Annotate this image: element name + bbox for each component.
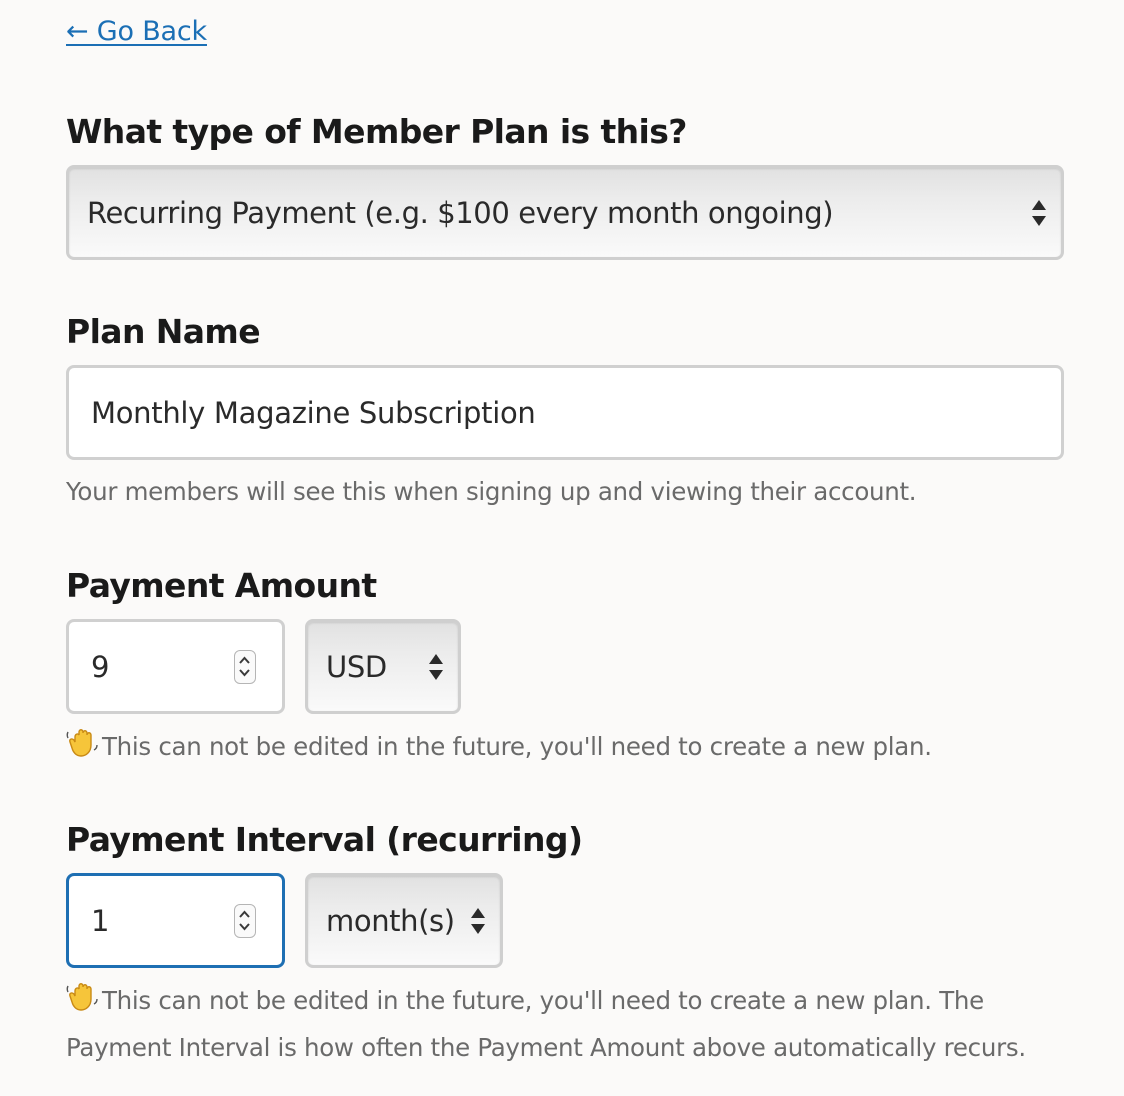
payment-amount-input[interactable]: 9 [66,619,285,714]
number-spinner-icon[interactable] [234,903,256,938]
payment-amount-note-text: This can not be edited in the future, yo… [102,732,932,761]
member-plan-form: ← Go Back What type of Member Plan is th… [0,0,1124,1096]
payment-interval-note-line2: Payment Interval is how often the Paymen… [66,1033,1026,1062]
payment-interval-label: Payment Interval (recurring) [66,820,583,859]
number-spinner-icon[interactable] [234,649,256,684]
interval-unit-select[interactable]: month(s) [305,873,503,968]
interval-unit-selected-value: month(s) [326,903,455,938]
go-back-link[interactable]: ← Go Back [66,16,207,47]
payment-interval-input[interactable]: 1 [66,873,285,968]
plan-type-selected-value: Recurring Payment (e.g. $100 every month… [87,195,834,230]
plan-type-select[interactable]: Recurring Payment (e.g. $100 every month… [66,165,1064,260]
select-arrows-icon [470,905,486,937]
plan-name-value: Monthly Magazine Subscription [91,395,536,430]
waving-hand-icon [66,978,102,1026]
payment-amount-value: 9 [91,649,110,684]
payment-interval-note: This can not be edited in the future, yo… [66,978,1066,1070]
payment-interval-note-text-1: This can not be edited in the future, yo… [102,986,984,1015]
select-arrows-icon [1031,197,1047,229]
waving-hand-icon [66,724,102,772]
payment-amount-note: This can not be edited in the future, yo… [66,724,932,772]
payment-interval-value: 1 [91,903,110,938]
plan-name-input[interactable]: Monthly Magazine Subscription [66,365,1064,460]
currency-selected-value: USD [326,649,387,684]
plan-type-label: What type of Member Plan is this? [66,112,687,151]
payment-amount-label: Payment Amount [66,566,377,605]
payment-interval-note-line1: This can not be edited in the future, yo… [66,978,1066,1026]
currency-select[interactable]: USD [305,619,461,714]
plan-name-label: Plan Name [66,312,261,351]
plan-name-help-text: Your members will see this when signing … [66,477,917,506]
select-arrows-icon [428,651,444,683]
